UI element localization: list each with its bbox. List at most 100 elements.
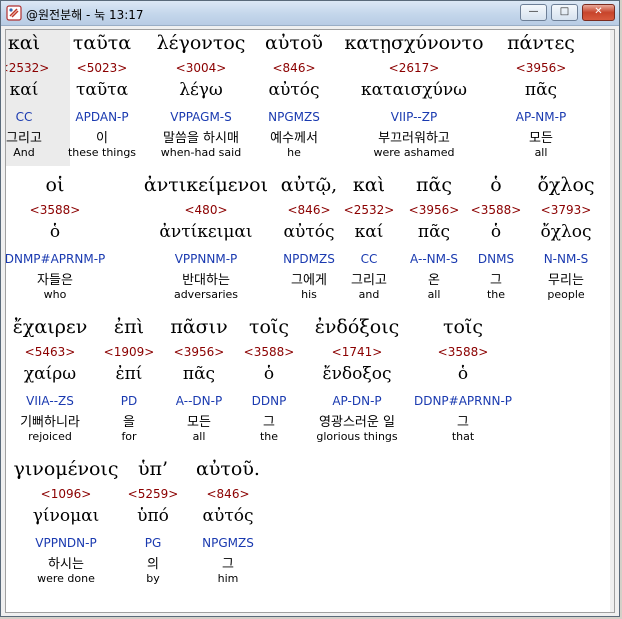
close-icon: ✕ <box>594 6 603 17</box>
word-strong[interactable]: <3956> <box>174 345 225 359</box>
word-korean: 그 <box>263 415 275 430</box>
word-greek[interactable]: τοῖς <box>249 316 289 338</box>
word-greek[interactable]: ἀντικείμενοι <box>144 174 268 196</box>
word-strong[interactable]: <846> <box>287 203 330 217</box>
word-lemma: γίνομαι <box>32 506 100 526</box>
word-lemma: ἔνδοξος <box>322 364 392 384</box>
word-strong[interactable]: <3588> <box>471 203 522 217</box>
word-korean: 의 <box>147 557 159 572</box>
word-strong[interactable]: <2532> <box>344 203 395 217</box>
word-parse: NPGMZS <box>268 110 320 124</box>
word-english: by <box>146 572 160 585</box>
interlinear-panel[interactable]: καὶ<2532>καίCC그리고Andταῦτα<5023>ταῦταAPDA… <box>5 29 615 613</box>
word-parse: CC <box>15 110 33 124</box>
word-greek[interactable]: ταῦτα <box>73 32 131 54</box>
word-korean: 부끄러워하고 <box>378 131 450 146</box>
word-parse: PD <box>120 394 138 408</box>
word-strong[interactable]: <5023> <box>77 61 128 75</box>
word-parse: NPGMZS <box>202 536 254 550</box>
word-english: these things <box>67 146 137 159</box>
word-parse: DNMS <box>477 252 515 266</box>
word-korean: 기뻐하니라 <box>20 415 80 430</box>
word-greek[interactable]: αὐτῷ, <box>281 174 337 196</box>
word-strong[interactable]: <5463> <box>25 345 76 359</box>
word-lemma: ὑπό <box>137 506 169 526</box>
word-greek[interactable]: καὶ <box>353 174 385 196</box>
word-parse: A--NM-S <box>410 252 458 266</box>
word-english: all <box>192 430 206 443</box>
word-strong[interactable]: <5259> <box>128 487 179 501</box>
minimize-icon: — <box>528 6 539 17</box>
word-korean: 온 <box>428 273 440 288</box>
word-parse: VIIA--ZS <box>26 394 74 408</box>
word-greek[interactable]: γινομένοις <box>13 458 118 480</box>
word-lemma: καταισχύνω <box>360 80 468 100</box>
word-parse: PG <box>144 536 162 550</box>
word-lemma: ταῦτα <box>75 80 129 100</box>
word-english: rejoiced <box>28 430 72 443</box>
word-strong[interactable]: <3956> <box>409 203 460 217</box>
word-greek[interactable]: πάντες <box>507 32 575 54</box>
title-bar[interactable]: @원전분해 - 눅 13:17 — □ ✕ <box>1 1 619 26</box>
word-strong[interactable]: <480> <box>184 203 227 217</box>
word-lemma: ἐπί <box>115 364 143 384</box>
word-korean: 반대하는 <box>182 273 230 288</box>
word-strong[interactable]: <1741> <box>332 345 383 359</box>
word-greek[interactable]: πᾶς <box>416 174 452 196</box>
word-greek[interactable]: λέγοντος <box>157 32 246 54</box>
word-lemma: αὐτός <box>283 222 335 242</box>
word-parse: DDNP <box>251 394 287 408</box>
word-strong[interactable]: <1909> <box>104 345 155 359</box>
word-strong[interactable]: <2532> <box>6 61 49 75</box>
word-greek[interactable]: τοῖς <box>443 316 483 338</box>
word-strong[interactable]: <3588> <box>244 345 295 359</box>
word-greek[interactable]: αὐτοῦ. <box>196 458 260 480</box>
word-greek[interactable]: πᾶσιν <box>170 316 227 338</box>
word-lemma: ὁ <box>263 364 275 384</box>
close-button[interactable]: ✕ <box>582 4 615 21</box>
word-strong[interactable]: <846> <box>272 61 315 75</box>
word-greek[interactable]: ὄχλος <box>537 174 594 196</box>
word-lemma: ὁ <box>490 222 502 242</box>
maximize-button[interactable]: □ <box>551 4 578 21</box>
word-greek[interactable]: ἔχαιρεν <box>13 316 88 338</box>
word-english: who <box>43 288 67 301</box>
word-english: all <box>427 288 441 301</box>
word-english: were ashamed <box>373 146 455 159</box>
word-greek[interactable]: ἐνδόξοις <box>315 316 400 338</box>
word-strong[interactable]: <846> <box>206 487 249 501</box>
word-strong[interactable]: <3588> <box>30 203 81 217</box>
word-korean: 그리고 <box>6 131 42 146</box>
word-lemma: πᾶς <box>417 222 451 242</box>
word-strong[interactable]: <3588> <box>438 345 489 359</box>
word-lemma: αὐτός <box>268 80 320 100</box>
word-parse: N-NM-S <box>543 252 589 266</box>
word-greek[interactable]: οἱ <box>46 174 65 196</box>
word-strong[interactable]: <1096> <box>41 487 92 501</box>
word-lemma: ὁ <box>457 364 469 384</box>
window-title: @원전분해 - 눅 13:17 <box>26 8 144 22</box>
word-korean: 하시는 <box>48 557 84 572</box>
word-korean: 이 <box>96 131 108 146</box>
word-greek[interactable]: ὑπ’ <box>138 458 168 480</box>
word-lemma: καί <box>9 80 39 100</box>
word-greek[interactable]: καὶ <box>8 32 40 54</box>
minimize-button[interactable]: — <box>520 4 547 21</box>
word-parse: AP-NM-P <box>515 110 567 124</box>
word-strong[interactable]: <3793> <box>541 203 592 217</box>
word-greek[interactable]: ὁ <box>490 174 501 196</box>
word-korean: 그 <box>490 273 502 288</box>
word-greek[interactable]: κατῃσχύνοντο <box>344 32 483 54</box>
word-strong[interactable]: <3004> <box>176 61 227 75</box>
word-english: all <box>534 146 548 159</box>
app-icon <box>6 5 22 21</box>
word-greek[interactable]: αὐτοῦ <box>265 32 323 54</box>
word-parse: A--DN-P <box>175 394 223 408</box>
word-english: the <box>259 430 279 443</box>
word-strong[interactable]: <3956> <box>516 61 567 75</box>
maximize-icon: □ <box>559 6 570 17</box>
word-greek[interactable]: ἐπὶ <box>114 316 144 338</box>
word-parse: VPPNNM-P <box>174 252 238 266</box>
word-strong[interactable]: <2617> <box>389 61 440 75</box>
word-korean: 예수께서 <box>270 131 318 146</box>
